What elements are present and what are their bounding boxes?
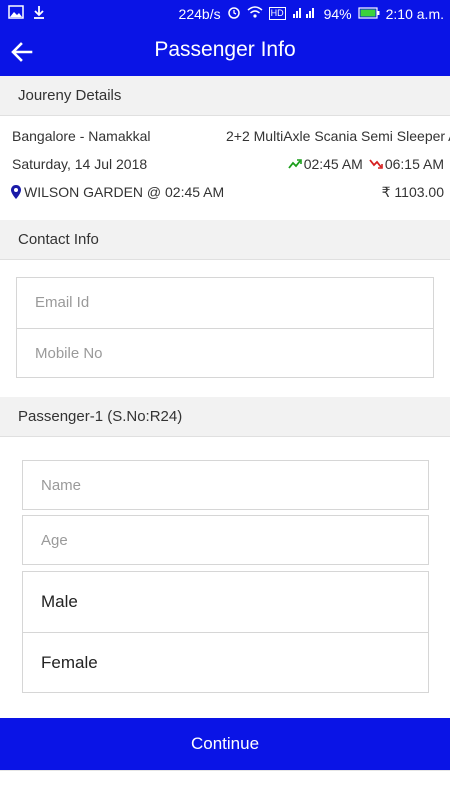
- gallery-notification-icon: [8, 5, 24, 22]
- route: Bangalore - Namakkal: [12, 128, 151, 144]
- gender-option-male[interactable]: Male: [23, 572, 428, 632]
- journey-times: 02:45 AM 06:15 AM: [287, 156, 444, 172]
- wifi-icon: [247, 5, 263, 22]
- passenger-header: Passenger-1 (S.No:R24): [0, 397, 450, 437]
- email-row: [17, 278, 433, 328]
- gender-option-female[interactable]: Female: [23, 632, 428, 692]
- contact-info-header: Contact Info: [0, 220, 450, 260]
- gender-selector: Male Female: [22, 571, 429, 693]
- status-bar: 224b/s HD 94% 2:10 a.m.: [0, 0, 450, 28]
- age-box: [22, 515, 429, 565]
- mobile-field[interactable]: [35, 345, 394, 362]
- signal-icon: [292, 5, 318, 22]
- arrival-time: 06:15 AM: [384, 156, 444, 172]
- email-field[interactable]: [35, 294, 394, 311]
- continue-button[interactable]: Continue: [0, 718, 450, 770]
- clock: 2:10 a.m.: [385, 5, 444, 22]
- contact-form: [16, 277, 434, 378]
- bottom-strip: [0, 770, 450, 800]
- name-box: [22, 460, 429, 510]
- battery-percent: 94%: [323, 5, 352, 22]
- page-title: Passenger Info: [154, 38, 296, 61]
- download-notification-icon: [32, 5, 46, 22]
- battery-icon: [358, 6, 380, 22]
- boarding-point: WILSON GARDEN @ 02:45 AM: [10, 184, 224, 200]
- alarm-icon: [227, 5, 241, 22]
- network-speed: 224b/s: [178, 5, 221, 22]
- name-row: [23, 461, 428, 511]
- app-bar: Passenger Info: [0, 28, 450, 76]
- journey-date: Saturday, 14 Jul 2018: [12, 156, 148, 172]
- journey-details-card: Bangalore - Namakkal 2+2 MultiAxle Scani…: [0, 116, 450, 218]
- age-field[interactable]: [41, 532, 390, 549]
- location-pin-icon: [11, 185, 21, 199]
- journey-details-header: Joureny Details: [0, 76, 450, 116]
- departure-trend-icon: [287, 159, 302, 169]
- departure-time: 02:45 AM: [303, 156, 363, 172]
- name-field[interactable]: [41, 477, 390, 494]
- mobile-row: [17, 329, 433, 379]
- hd-icon: HD: [268, 7, 286, 20]
- bus-type: 2+2 MultiAxle Scania Semi Sleeper A: [226, 128, 450, 144]
- arrival-trend-icon: [369, 159, 383, 169]
- boarding-point-label: WILSON GARDEN @ 02:45 AM: [24, 184, 225, 200]
- fare: ₹ 1103.00: [381, 184, 444, 200]
- age-row: [23, 516, 428, 566]
